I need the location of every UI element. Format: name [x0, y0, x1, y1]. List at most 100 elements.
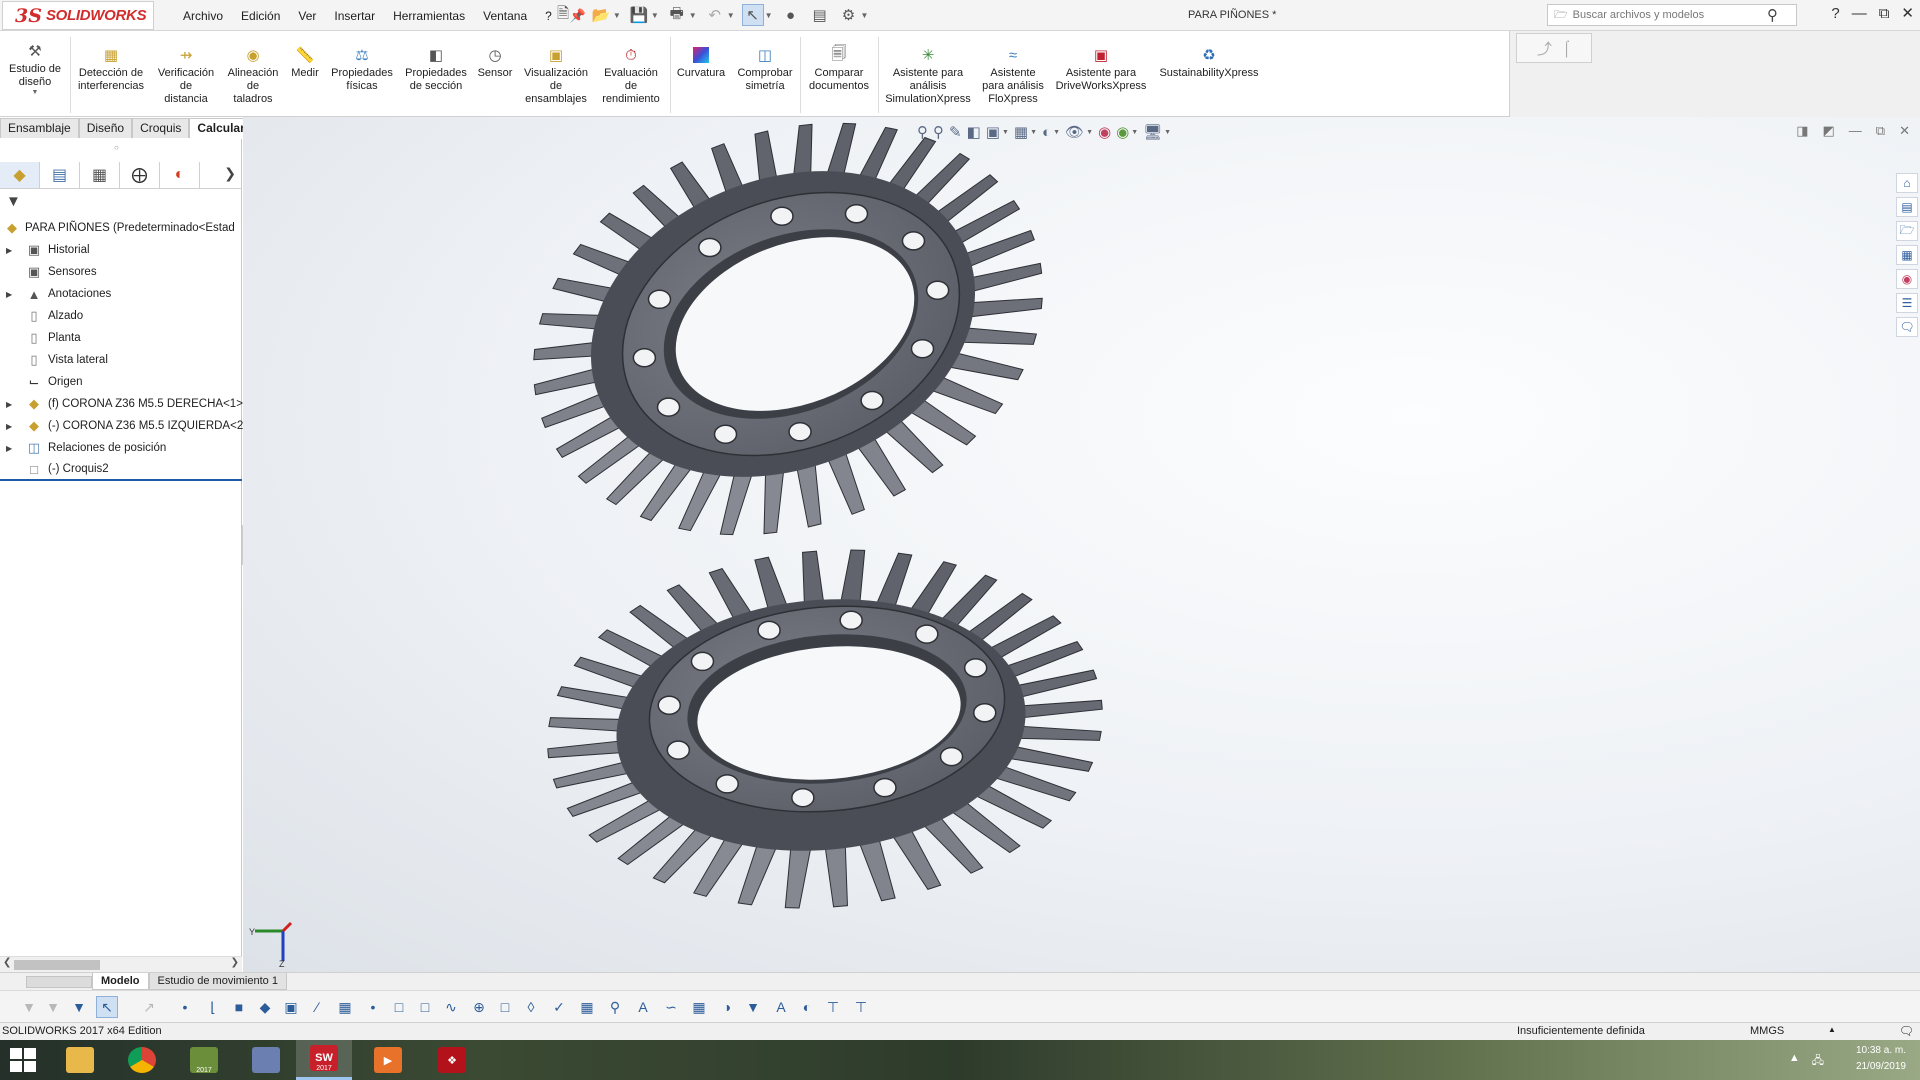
- save-dropdown-icon[interactable]: ▼: [651, 11, 659, 20]
- scroll-left-icon[interactable]: ❮: [3, 957, 11, 968]
- tree-item-alzado[interactable]: ▯ Alzado: [0, 305, 242, 327]
- interference-detection-button[interactable]: ▦ Detección de interferencias: [72, 45, 150, 93]
- panel-more-icon[interactable]: ❯: [224, 165, 236, 182]
- taskbar-media-player[interactable]: ▶: [360, 1040, 416, 1080]
- new-document-icon[interactable]: 🗎: [552, 4, 574, 26]
- scrollbar-thumb[interactable]: [14, 960, 100, 970]
- open-dropdown-icon[interactable]: ▼: [613, 11, 621, 20]
- menu-ver[interactable]: Ver: [289, 9, 325, 23]
- tree-root[interactable]: ◆ PARA PIÑONES (Predeterminado<Estad: [0, 217, 242, 239]
- status-info-icon[interactable]: 🗨: [1899, 1024, 1914, 1038]
- target-icon[interactable]: ⊕: [468, 996, 490, 1018]
- help-icon[interactable]: ?: [1831, 5, 1839, 22]
- check-icon[interactable]: ✓: [548, 996, 570, 1018]
- search-input[interactable]: Buscar archivos y modelos: [1573, 9, 1704, 21]
- tray-chevron-icon[interactable]: ▲: [1789, 1052, 1800, 1071]
- expand-arrow-icon[interactable]: ▶: [6, 444, 12, 453]
- filter-vertices-icon[interactable]: ▼: [42, 996, 64, 1018]
- relation-icon[interactable]: ◊: [520, 996, 542, 1018]
- tolerance-icon[interactable]: ⊤: [850, 996, 872, 1018]
- panel-horizontal-scrollbar[interactable]: ❮ ❯: [0, 956, 242, 972]
- rectangle-icon[interactable]: □: [388, 996, 410, 1018]
- weld-icon[interactable]: ▼: [742, 996, 764, 1018]
- displaymanager-tab-icon[interactable]: ◐: [160, 161, 200, 188]
- taskbar-calculator[interactable]: [238, 1040, 294, 1080]
- new-dropdown-icon[interactable]: ▼: [575, 11, 583, 20]
- graphics-area[interactable]: ⚲ ⚲ ✎ ◧ ▣ ▼ ▦ ▼ ◐ ▼ 👁 ▼ ◉ ◉ ▼ 🖥 ▼ ◨ ◩ — ⧉ ✕ ⌂ …: [243, 117, 1920, 972]
- taskbar-file-explorer[interactable]: [52, 1040, 108, 1080]
- tree-item-sensores[interactable]: ▣ Sensores: [0, 261, 242, 283]
- expand-arrow-icon[interactable]: ▶: [6, 290, 12, 299]
- dimension-point-icon[interactable]: •: [362, 996, 384, 1018]
- units-selector[interactable]: MMGS: [1750, 1025, 1784, 1037]
- note-icon[interactable]: A: [770, 996, 792, 1018]
- tree-item-relaciones[interactable]: ▶ ◫ Relaciones de posición: [0, 437, 242, 459]
- menu-edicion[interactable]: Edición: [232, 9, 289, 23]
- compare-documents-button[interactable]: 🗐 Comparar documentos: [802, 45, 876, 93]
- tree-item-corona-derecha[interactable]: ▶ ◆ (f) CORONA Z36 M5.5 DERECHA<1>: [0, 393, 243, 415]
- appearance-icon[interactable]: ◐: [796, 996, 818, 1018]
- save-icon[interactable]: 💾: [628, 4, 650, 26]
- minimize-icon[interactable]: —: [1852, 5, 1867, 22]
- mass-properties-button[interactable]: ⚖ Propiedades físicas: [326, 45, 398, 93]
- point-icon[interactable]: •: [174, 996, 196, 1018]
- tab-modelo[interactable]: Modelo: [92, 973, 149, 990]
- close-icon[interactable]: ✕: [1901, 4, 1914, 22]
- filter-faces-icon[interactable]: ▼: [68, 996, 90, 1018]
- performance-evaluation-button[interactable]: ⏱ Evaluación de rendimiento: [596, 45, 666, 106]
- design-study-dropdown-icon[interactable]: ▼: [32, 89, 39, 96]
- measure-button[interactable]: 📏 Medir: [286, 45, 324, 80]
- design-study-button[interactable]: ⚒ Estudio de diseño ▼: [2, 41, 68, 96]
- menu-archivo[interactable]: Archivo: [174, 9, 232, 23]
- restore-icon[interactable]: ⧉: [1879, 5, 1890, 22]
- breadcrumb-toolbar[interactable]: ⤴ ⌠: [1516, 33, 1592, 63]
- print-icon[interactable]: 🖶: [666, 4, 688, 26]
- scroll-right-icon[interactable]: ❯: [231, 957, 239, 968]
- taskbar-acrobat[interactable]: ❖: [424, 1040, 480, 1080]
- driveworksxpress-button[interactable]: ▣ Asistente para DriveWorksXpress: [1050, 45, 1152, 93]
- clearance-verification-button[interactable]: ⇸ Verificación de distancia: [152, 45, 220, 106]
- gear-upper-crown[interactable]: [533, 118, 1043, 536]
- select-pointer-icon[interactable]: ↖: [741, 4, 764, 26]
- bevel-gears-model[interactable]: [243, 117, 1920, 972]
- solidworks-logo[interactable]: 3S SOLIDWORKS: [2, 1, 154, 30]
- tab-navigation[interactable]: [26, 975, 92, 988]
- expand-arrow-icon[interactable]: ▶: [6, 400, 12, 409]
- tab-croquis[interactable]: Croquis: [132, 118, 190, 138]
- dimension-icon[interactable]: □: [494, 996, 516, 1018]
- sustainabilityxpress-button[interactable]: ♻ SustainabilityXpress: [1154, 45, 1264, 80]
- filter-icon[interactable]: ▼: [18, 996, 40, 1018]
- tab-estudio-movimiento[interactable]: Estudio de movimiento 1: [148, 973, 287, 990]
- pattern-icon[interactable]: ▦: [334, 996, 356, 1018]
- undo-icon[interactable]: ↶: [704, 4, 726, 26]
- undo-dropdown-icon[interactable]: ▼: [727, 11, 735, 20]
- options-dropdown-icon[interactable]: ▼: [861, 11, 869, 20]
- datum-icon[interactable]: ⊤: [822, 996, 844, 1018]
- section-properties-button[interactable]: ◧ Propiedades de sección: [400, 45, 472, 93]
- zoom-icon[interactable]: ⚲: [604, 996, 626, 1018]
- units-dropdown-icon[interactable]: ▲: [1828, 1025, 1836, 1034]
- extrude-icon[interactable]: ◆: [254, 996, 276, 1018]
- network-icon[interactable]: 🖧: [1812, 1052, 1824, 1071]
- tree-item-anotaciones[interactable]: ▶ ▲ Anotaciones: [0, 283, 242, 305]
- tab-diseno[interactable]: Diseño: [78, 118, 133, 138]
- sensor-button[interactable]: ◷ Sensor: [474, 45, 516, 80]
- expand-arrow-icon[interactable]: ▶: [6, 246, 12, 255]
- taskbar-solidworks-composer[interactable]: 2017: [176, 1040, 232, 1080]
- curve-icon[interactable]: ∽: [660, 996, 682, 1018]
- traffic-light-icon[interactable]: ●: [780, 4, 802, 26]
- select-dropdown-icon[interactable]: ▼: [765, 11, 773, 20]
- tree-item-corona-izquierda[interactable]: ▶ ◆ (-) CORONA Z36 M5.5 IZQUIERDA<2: [0, 415, 243, 437]
- tree-item-historial[interactable]: ▶ ▣ Historial: [0, 239, 242, 261]
- curvature-button[interactable]: Curvatura: [672, 45, 730, 80]
- filter-icon[interactable]: ▼: [6, 193, 21, 210]
- search-icon[interactable]: ⚲: [1767, 6, 1778, 24]
- taskbar-chrome[interactable]: [114, 1040, 170, 1080]
- simulationxpress-button[interactable]: ✳ Asistente para análisis SimulationXpre…: [880, 45, 976, 106]
- menu-herramientas[interactable]: Herramientas: [384, 9, 474, 23]
- menu-ventana[interactable]: Ventana: [474, 9, 536, 23]
- tree-item-croquis2[interactable]: □ (-) Croquis2: [0, 459, 242, 481]
- chart-icon[interactable]: ▦: [688, 996, 710, 1018]
- table-icon[interactable]: ▦: [576, 996, 598, 1018]
- plane-icon[interactable]: ■: [228, 996, 250, 1018]
